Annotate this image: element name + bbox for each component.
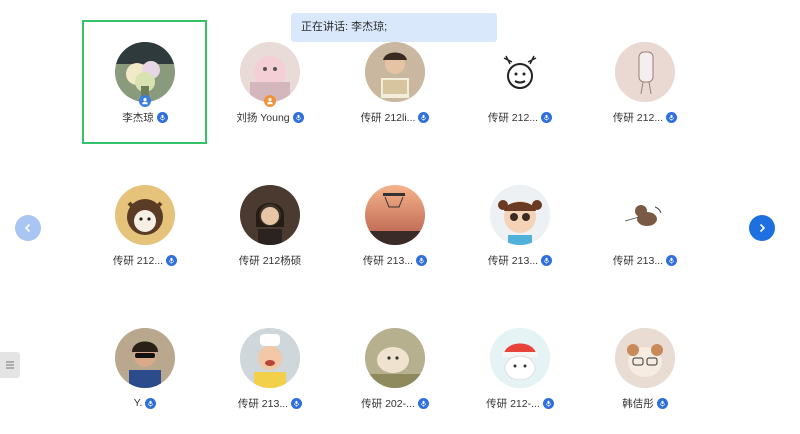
mic-icon [417, 397, 429, 409]
name-row: 传研 212... [80, 252, 210, 268]
mic-icon [541, 111, 553, 123]
avatar [240, 328, 300, 388]
avatar [365, 328, 425, 388]
participant-name: 刘扬 Young [236, 111, 290, 124]
participant-tile[interactable]: 韩佶彤 [580, 328, 710, 418]
mic-icon [156, 111, 168, 123]
participant-tile[interactable]: 传研 213... [205, 328, 335, 418]
avatar [115, 185, 175, 245]
avatar [615, 42, 675, 102]
chevron-right-icon [759, 223, 766, 233]
name-row: 传研 213... [330, 252, 460, 268]
participant-name: 李杰琼 [122, 111, 154, 124]
participant-tile[interactable]: 传研 212li... [330, 42, 460, 132]
chevron-left-icon [24, 223, 31, 233]
participant-name: 传研 213... [487, 254, 539, 267]
participant-list-button[interactable] [0, 352, 20, 378]
avatar [365, 42, 425, 102]
participant-tile[interactable]: 传研 212... [580, 42, 710, 132]
participant-tile[interactable]: 传研 212杨硕 [205, 185, 335, 275]
name-row: 传研 212-... [455, 395, 585, 411]
participant-tile[interactable]: 传研 202-... [330, 328, 460, 418]
participant-name: 韩佶彤 [622, 397, 654, 410]
avatar [615, 185, 675, 245]
participant-tile[interactable]: 李杰琼 [80, 42, 210, 132]
participant-tile[interactable]: 传研 213... [580, 185, 710, 275]
name-row: 传研 212li... [330, 109, 460, 125]
participant-name: 传研 212li... [360, 111, 416, 124]
name-row: 传研 212杨硕 [205, 252, 335, 268]
participant-name: 传研 202-... [361, 397, 415, 410]
mic-icon [666, 254, 678, 266]
speaking-banner: 正在讲话: 李杰琼; [291, 13, 497, 42]
mic-icon [418, 111, 430, 123]
participant-name: 传研 212杨硕 [238, 254, 302, 267]
previous-page-button[interactable] [15, 215, 41, 241]
user-icon [267, 97, 273, 105]
host-badge [139, 95, 151, 107]
avatar [490, 328, 550, 388]
participant-tile[interactable]: 传研 212-... [455, 328, 585, 418]
name-row: 传研 212... [455, 109, 585, 125]
avatar [240, 42, 300, 102]
mic-icon [541, 254, 553, 266]
avatar [365, 185, 425, 245]
participant-name: Y. [133, 397, 143, 409]
participant-name: 传研 212... [487, 111, 539, 124]
avatar [490, 42, 550, 102]
mic-icon [656, 397, 668, 409]
mic-icon [292, 111, 304, 123]
mic-icon [291, 397, 303, 409]
mic-icon [666, 111, 678, 123]
name-row: 传研 202-... [330, 395, 460, 411]
mic-icon [416, 254, 428, 266]
user-icon [142, 97, 148, 105]
mic-icon [166, 254, 178, 266]
participant-name: 传研 212... [612, 111, 664, 124]
next-page-button[interactable] [749, 215, 775, 241]
name-row: 传研 213... [205, 395, 335, 411]
name-row: Y. [80, 395, 210, 411]
participant-tile[interactable]: 传研 213... [455, 185, 585, 275]
name-row: 传研 212... [580, 109, 710, 125]
participant-name: 传研 212... [112, 254, 164, 267]
participant-name: 传研 213... [362, 254, 414, 267]
avatar [615, 328, 675, 388]
name-row: 传研 213... [455, 252, 585, 268]
participant-tile[interactable]: 传研 212... [80, 185, 210, 275]
name-row: 刘扬 Young [205, 109, 335, 125]
participant-name: 传研 212-... [486, 397, 540, 410]
mic-icon [145, 397, 157, 409]
participant-name: 传研 213... [612, 254, 664, 267]
participant-tile[interactable]: 传研 212... [455, 42, 585, 132]
avatar [240, 185, 300, 245]
list-icon [6, 361, 14, 369]
name-row: 李杰琼 [80, 109, 210, 125]
name-row: 传研 213... [580, 252, 710, 268]
host-badge [264, 95, 276, 107]
participant-tile[interactable]: 传研 213... [330, 185, 460, 275]
mic-icon [542, 397, 554, 409]
avatar [115, 42, 175, 102]
participant-tile[interactable]: Y. [80, 328, 210, 418]
name-row: 韩佶彤 [580, 395, 710, 411]
participant-tile[interactable]: 刘扬 Young [205, 42, 335, 132]
avatar [490, 185, 550, 245]
avatar [115, 328, 175, 388]
participant-name: 传研 213... [237, 397, 289, 410]
